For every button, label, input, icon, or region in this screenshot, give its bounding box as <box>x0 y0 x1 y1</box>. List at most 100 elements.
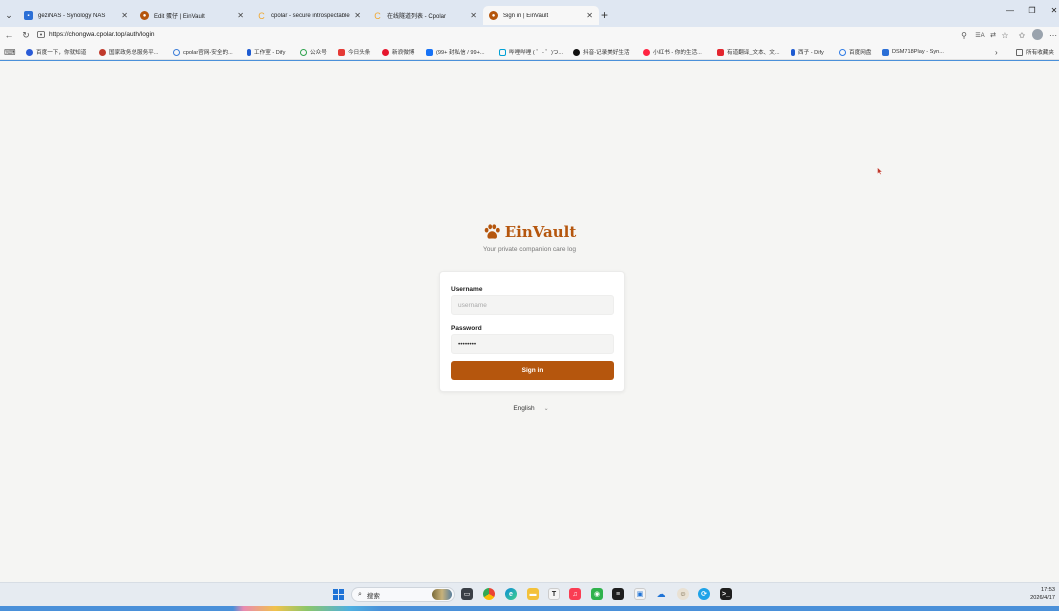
new-tab-button[interactable]: + <box>601 8 608 22</box>
code-editor-icon[interactable]: ≡ <box>612 588 624 600</box>
tab-close-icon[interactable]: ✕ <box>354 11 361 20</box>
wallpaper-strip <box>0 606 1059 611</box>
bookmark-label: 百度网盘 <box>849 50 872 56</box>
bookmarks-bar: ⌨ 百度一下，你就知道 国家政务总服务平... cpolar官网-安全的... … <box>0 43 1059 60</box>
paw-favicon-icon: ● <box>489 11 498 20</box>
page-viewport: EinVault Your private companion care log… <box>0 61 1059 582</box>
remote-desktop-icon[interactable]: ▣ <box>634 588 646 600</box>
weibo-icon <box>382 48 389 56</box>
favorite-star-icon[interactable]: ☆ <box>998 28 1012 42</box>
windows-start-icon[interactable] <box>333 589 344 600</box>
music-app-icon[interactable]: ♫ <box>569 588 581 600</box>
bookmark-label: 公众号 <box>310 50 327 56</box>
paw-logo-icon <box>484 224 500 239</box>
bookmark-dify-xizi[interactable]: 西子 - Dify <box>791 47 824 57</box>
browser-tab-strip: ⌄ ▪ geziNAS - Synology NAS ✕ ● Edit 蛋仔 |… <box>0 0 1059 27</box>
tab-actions-chevron-icon[interactable]: ⌄ <box>2 8 16 22</box>
language-selector[interactable]: English ⌄ <box>505 401 557 415</box>
sign-in-button[interactable]: Sign in <box>451 361 614 380</box>
os-taskbar: ⌕ 搜索 ▭ e ▬ T ♫ ◉ ≡ ▣ ☁ ☺ ⟳ >_ 17:53 2026… <box>0 582 1059 606</box>
site-info-icon[interactable] <box>36 31 46 38</box>
bookmark-gov-service[interactable]: 国家政务总服务平... <box>99 47 158 57</box>
douyin-icon <box>573 48 580 56</box>
zhihu-icon <box>426 48 433 56</box>
bookmark-douyin[interactable]: 抖音-记录美好生活 <box>573 47 630 57</box>
bookmark-wechat-official[interactable]: 公众号 <box>300 47 327 57</box>
tab-close-icon[interactable]: ✕ <box>470 11 477 20</box>
clock-date: 2026/4/17 <box>1030 595 1055 601</box>
bookmark-youdao[interactable]: 有道翻译_文本、文... <box>717 47 780 57</box>
back-arrow-icon[interactable]: ← <box>2 28 16 42</box>
bilibili-icon <box>499 48 506 56</box>
all-favorites-folder[interactable]: 所有收藏夹 <box>1016 47 1054 57</box>
search-placeholder: 搜索 <box>366 592 380 600</box>
edge-browser-icon[interactable]: e <box>505 588 517 600</box>
system-clock[interactable]: 17:53 2026/4/17 <box>1030 586 1055 602</box>
bookmarks-overflow-chevron-icon[interactable]: › <box>995 47 998 57</box>
tab-close-icon[interactable]: ✕ <box>121 11 128 20</box>
app-avatar-icon[interactable]: ☺ <box>677 588 689 600</box>
bookmark-toutiao[interactable]: 今日头条 <box>338 47 370 57</box>
close-window-button[interactable]: ✕ <box>1045 6 1059 15</box>
gov-emblem-icon <box>99 48 106 56</box>
tab-sign-in-einvault[interactable]: ● Sign in | EinVault ✕ <box>483 6 599 25</box>
bookmark-zhihu[interactable]: (99+ 封私信 / 99+... <box>426 47 485 57</box>
tab-close-icon[interactable]: ✕ <box>237 11 244 20</box>
bookmark-dsm718play[interactable]: DSM718Play - Syn... <box>882 47 944 57</box>
xiaohongshu-icon <box>643 48 650 56</box>
reload-icon[interactable]: ↻ <box>19 28 33 42</box>
wechat-mp-icon <box>300 48 307 56</box>
bookmark-xiaohongshu[interactable]: 小红书 - 你的生活... <box>643 47 702 57</box>
bookmark-label: 哔哩哔哩 ( ゜- ゜)つ... <box>509 50 564 56</box>
all-favorites-label: 所有收藏夹 <box>1026 50 1054 56</box>
bookmark-label: 今日头条 <box>348 50 371 56</box>
brand-tagline: Your private companion care log <box>483 246 576 253</box>
chrome-icon[interactable] <box>483 588 495 600</box>
username-input[interactable] <box>451 295 614 315</box>
taskbar-search-box[interactable]: ⌕ 搜索 <box>351 587 455 602</box>
search-highlight-image <box>432 589 452 600</box>
collections-icon[interactable]: ⌨ <box>4 47 16 57</box>
minimize-button[interactable]: — <box>1001 6 1019 15</box>
task-view-icon[interactable]: ▭ <box>461 588 473 600</box>
cloud-drive-icon[interactable]: ☁ <box>655 588 667 600</box>
bookmark-label: 抖音-记录美好生活 <box>583 50 630 56</box>
tab-title: geziNAS - Synology NAS <box>38 12 106 19</box>
bookmark-dify-studio[interactable]: 工作室 - Dify <box>247 47 285 57</box>
tab-cpolar-tunnels[interactable]: C 在线隧道列表 - Cpolar ✕ <box>367 6 483 25</box>
tab-title: 在线隧道列表 - Cpolar <box>387 14 447 20</box>
tab-geziNAS[interactable]: ▪ geziNAS - Synology NAS ✕ <box>18 6 134 25</box>
tab-cpolar[interactable]: C cpolar - secure introspectable tunnels… <box>251 6 367 25</box>
tab-close-icon[interactable]: ✕ <box>586 11 593 20</box>
sync-app-icon[interactable]: ⟳ <box>698 588 710 600</box>
bookmark-weibo[interactable]: 新浪微博 <box>382 47 414 57</box>
browser-toolbar: ← ↻ https://chongwa.cpolar.top/auth/logi… <box>0 27 1059 43</box>
restore-button[interactable]: ❐ <box>1023 6 1041 15</box>
zoom-icon[interactable]: ⚲ <box>957 28 971 42</box>
profile-avatar-icon[interactable] <box>1032 29 1043 40</box>
folder-icon <box>1016 48 1023 56</box>
file-explorer-icon[interactable]: ▬ <box>527 588 539 600</box>
bookmark-label: 西子 - Dify <box>798 50 824 56</box>
typora-icon[interactable]: T <box>548 588 560 600</box>
bookmark-label: DSM718Play - Syn... <box>892 49 944 55</box>
dify-icon <box>247 48 251 56</box>
wechat-icon[interactable]: ◉ <box>591 588 603 600</box>
more-menu-icon[interactable]: ⋯ <box>1046 28 1059 42</box>
brand-name: EinVault <box>504 223 577 241</box>
terminal-icon[interactable]: >_ <box>720 588 732 600</box>
mouse-cursor-icon <box>877 167 883 175</box>
bookmark-cpolar[interactable]: cpolar官网-安全的... <box>173 47 233 57</box>
bookmark-bilibili[interactable]: 哔哩哔哩 ( ゜- ゜)つ... <box>499 47 563 57</box>
bookmark-baidu[interactable]: 百度一下，你就知道 <box>26 47 86 57</box>
bookmark-baidu-netdisk[interactable]: 百度网盘 <box>839 47 871 57</box>
cpolar-favicon-icon: C <box>258 10 265 21</box>
tab-edit-einvault[interactable]: ● Edit 蛋仔 | EinVault ✕ <box>134 6 250 25</box>
chevron-down-icon: ⌄ <box>543 405 549 412</box>
brand-header: EinVault <box>0 223 1059 241</box>
password-input[interactable] <box>451 334 614 354</box>
url-text[interactable]: https://chongwa.cpolar.top/auth/login <box>49 31 155 38</box>
favorites-collection-icon[interactable]: ✩ <box>1015 28 1029 42</box>
youdao-icon <box>717 48 724 56</box>
address-bar[interactable]: https://chongwa.cpolar.top/auth/login <box>36 28 996 41</box>
